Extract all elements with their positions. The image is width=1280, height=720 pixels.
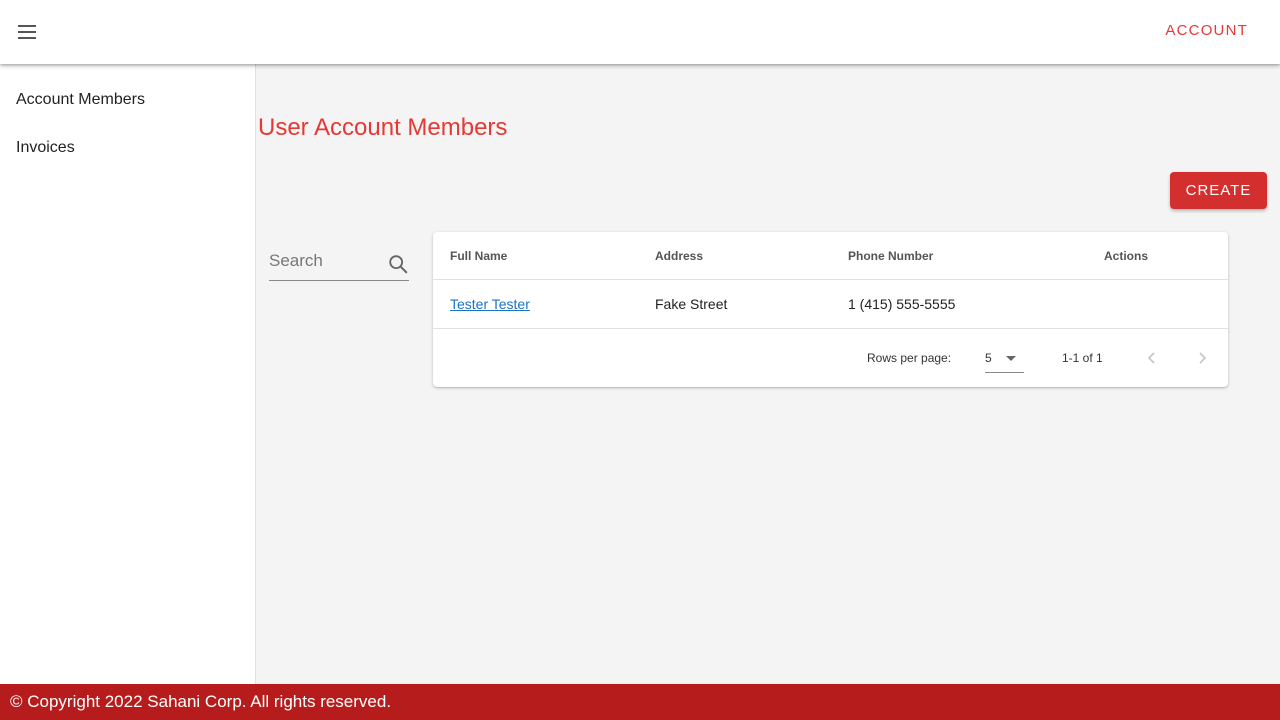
- previous-page-button[interactable]: [1140, 346, 1164, 370]
- row-divider: [433, 328, 1228, 329]
- rows-per-page-value: 5: [985, 351, 992, 365]
- column-header-actions: Actions: [1104, 249, 1149, 263]
- rows-per-page-select[interactable]: 5: [985, 346, 1024, 373]
- next-page-button[interactable]: [1190, 346, 1214, 370]
- search-icon[interactable]: [387, 253, 409, 275]
- pagination-range: 1-1 of 1: [1062, 351, 1103, 365]
- column-header-address[interactable]: Address: [655, 249, 703, 263]
- member-name-link[interactable]: Tester Tester: [450, 296, 530, 312]
- cell-phone: 1 (415) 555-5555: [848, 296, 956, 312]
- header-divider: [433, 279, 1228, 280]
- cell-address: Fake Street: [655, 296, 728, 312]
- create-button[interactable]: CREATE: [1170, 172, 1267, 209]
- hamburger-menu-icon: [18, 25, 36, 39]
- sidebar-item-invoices[interactable]: Invoices: [16, 139, 75, 157]
- column-header-phone-number[interactable]: Phone Number: [848, 249, 933, 263]
- sidebar-item-account-members[interactable]: Account Members: [16, 91, 145, 109]
- search-input[interactable]: [269, 251, 379, 271]
- cell-full-name: Tester Tester: [450, 296, 530, 312]
- copyright-text: © Copyright 2022 Sahani Corp. All rights…: [10, 692, 392, 711]
- column-header-full-name[interactable]: Full Name: [450, 249, 507, 263]
- chevron-right-icon: [1199, 352, 1207, 364]
- search-field: [269, 245, 409, 281]
- sidebar: Account Members Invoices: [0, 64, 256, 684]
- footer: © Copyright 2022 Sahani Corp. All rights…: [0, 684, 1280, 720]
- members-table: Full Name Address Phone Number Actions T…: [433, 232, 1228, 387]
- account-button[interactable]: ACCOUNT: [1165, 22, 1248, 39]
- page-title: User Account Members: [258, 114, 508, 141]
- chevron-left-icon: [1147, 352, 1155, 364]
- app-bar: ACCOUNT: [0, 0, 1280, 64]
- menu-button[interactable]: [12, 16, 44, 48]
- rows-per-page-label: Rows per page:: [867, 351, 952, 365]
- caret-down-icon: [1006, 356, 1016, 361]
